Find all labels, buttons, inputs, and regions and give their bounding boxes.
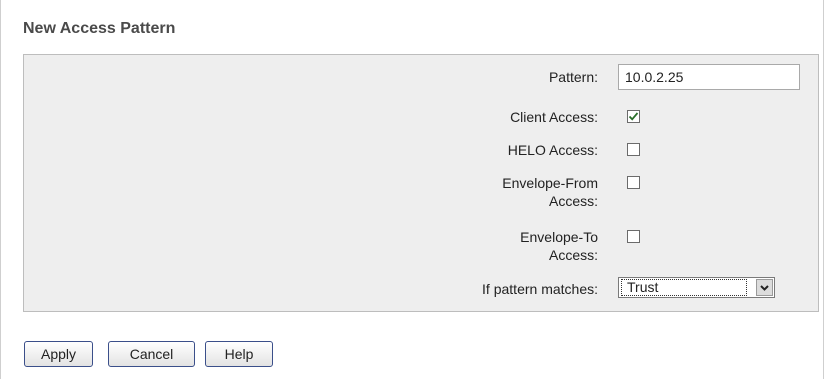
envelope-from-checkbox[interactable] <box>627 176 640 189</box>
envelope-to-checkbox[interactable] <box>627 230 640 243</box>
client-access-label: Client Access: <box>510 109 598 125</box>
chevron-down-icon <box>760 285 769 291</box>
helo-access-checkbox[interactable] <box>627 143 640 156</box>
if-match-label: If pattern matches: <box>482 281 598 297</box>
pattern-label: Pattern: <box>548 69 598 85</box>
envelope-to-label-line1: Envelope-To <box>520 229 598 245</box>
form-panel: Pattern: Client Access: HELO Access: Env… <box>23 54 819 312</box>
pattern-input[interactable] <box>618 64 800 90</box>
page-title: New Access Pattern <box>23 20 176 37</box>
help-button[interactable]: Help <box>205 341 273 367</box>
dropdown-button[interactable] <box>756 279 773 296</box>
page-frame: New Access Pattern Pattern: Client Acces… <box>0 0 824 379</box>
cancel-button[interactable]: Cancel <box>108 341 195 367</box>
if-match-select[interactable]: Trust <box>618 277 775 298</box>
if-match-value: Trust <box>621 279 747 296</box>
envelope-from-label-line1: Envelope-From <box>502 175 598 191</box>
helo-access-label: HELO Access: <box>507 142 598 158</box>
envelope-from-label-line2: Access: <box>548 193 598 209</box>
envelope-from-label: Envelope-From Access: <box>502 174 598 210</box>
check-icon <box>628 112 639 121</box>
apply-button[interactable]: Apply <box>24 341 93 367</box>
client-access-checkbox[interactable] <box>627 110 640 123</box>
envelope-to-label: Envelope-To Access: <box>520 228 598 264</box>
envelope-to-label-line2: Access: <box>548 247 598 263</box>
